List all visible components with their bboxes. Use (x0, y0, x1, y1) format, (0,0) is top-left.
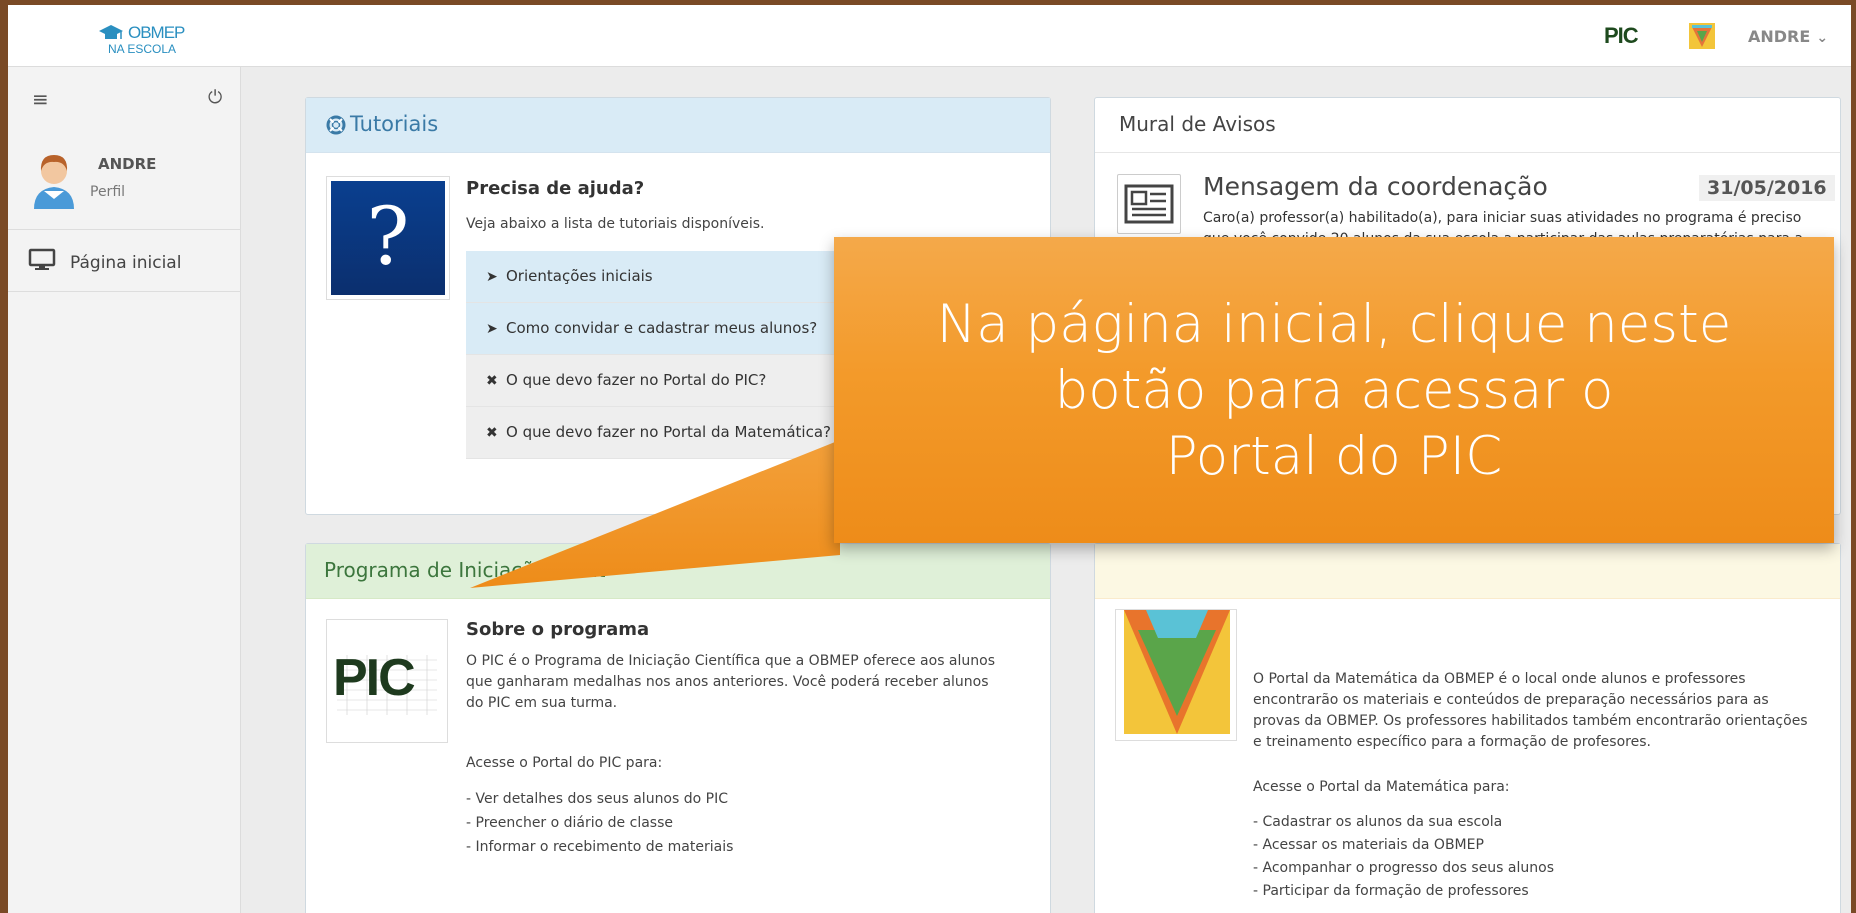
obmep-logo[interactable]: OBMEP NA ESCOLA (98, 23, 218, 59)
pic-bullet: - Preencher o diário de classe (466, 815, 673, 831)
pm-access-label: Acesse o Portal da Matemática para: (1253, 779, 1510, 795)
pic-portal-logo-button[interactable]: PIC (326, 619, 448, 743)
help-image: ? (326, 176, 450, 300)
sidebar-item-home[interactable]: Página inicial (8, 230, 241, 292)
help-title: Precisa de ajuda? (466, 178, 645, 199)
pic-bullet: - Ver detalhes dos seus alunos do PIC (466, 791, 728, 807)
pm-bullet: - Cadastrar os alunos da sua escola (1253, 814, 1503, 830)
mural-title: Mural de Avisos (1119, 112, 1276, 136)
life-ring-icon (326, 115, 346, 135)
sidebar: ≡ ⏻ ANDRE Perfil Página inicial (8, 67, 241, 913)
power-icon[interactable]: ⏻ (208, 87, 222, 108)
pm-bullet: - Participar da formação de professores (1253, 883, 1529, 899)
question-mark-icon: ? (331, 181, 445, 295)
pic-panel: Programa de Iniciação Cient PIC Sobre o … (305, 543, 1051, 913)
callout-line-2: botão para acessar o (1054, 360, 1614, 421)
pm-bullet: - Acompanhar o progresso dos seus alunos (1253, 860, 1554, 876)
tutoriais-title: Tutoriais (350, 112, 439, 136)
logo-text-na-escola: NA ESCOLA (108, 42, 177, 56)
portal-matematica-logo-button[interactable] (1115, 609, 1237, 741)
hamburger-menu-icon[interactable]: ≡ (32, 87, 49, 111)
pic-portal-button[interactable]: PIC (1604, 23, 1648, 51)
monitor-icon (28, 248, 56, 270)
tutorial-item-label: Orientações iniciais (506, 267, 653, 285)
pm-panel-header (1095, 544, 1840, 599)
sidebar-item-label: Página inicial (70, 253, 182, 273)
portal-matematica-icon (1689, 23, 1715, 49)
avatar (30, 149, 78, 211)
tutoriais-panel-header: Tutoriais (306, 98, 1050, 153)
user-menu-label: ANDRE (1748, 27, 1811, 46)
chevron-down-icon: ⌄ (1816, 30, 1829, 46)
callout-line-3: Portal do PIC (1165, 426, 1503, 487)
message-date: 31/05/2016 (1699, 175, 1835, 201)
pic-logo-text: PIC (1604, 23, 1639, 48)
pic-panel-title: Programa de Iniciação Cient (324, 558, 606, 582)
about-program-title: Sobre o programa (466, 619, 650, 640)
pic-panel-header: Programa de Iniciação Cient (306, 544, 1050, 599)
callout-line-1: Na página inicial, clique neste (936, 294, 1732, 355)
portal-matematica-logo-icon (1124, 610, 1230, 734)
portal-matematica-button[interactable] (1688, 22, 1716, 50)
logo-text-obmep: OBMEP (128, 23, 185, 42)
pm-bullet: - Acessar os materiais da OBMEP (1253, 837, 1484, 853)
tutorial-item-label: Como convidar e cadastrar meus alunos? (506, 319, 818, 337)
x-icon: ✖ (486, 373, 498, 389)
top-navbar: OBMEP NA ESCOLA PIC ANDRE ⌄ (8, 5, 1851, 67)
pm-description: O Portal da Matemática da OBMEP é o loca… (1253, 671, 1808, 750)
tutorial-item-label: O que devo fazer no Portal da Matemática… (506, 423, 831, 441)
pic-logo-text: PIC (333, 649, 416, 707)
newspaper-icon (1117, 174, 1181, 234)
about-program-body: O PIC é o Programa de Iniciação Científi… (466, 653, 996, 711)
callout-text: Na página inicial, clique neste botão pa… (834, 292, 1834, 490)
help-subtitle: Veja abaixo a lista de tutoriais disponí… (466, 216, 765, 232)
pic-bullet: - Informar o recebimento de materiais (466, 839, 734, 855)
circle-play-icon: ➤ (486, 321, 498, 337)
pic-access-label: Acesse o Portal do PIC para: (466, 755, 663, 771)
tutorial-callout: Na página inicial, clique neste botão pa… (834, 237, 1834, 543)
portal-matematica-panel: O Portal da Matemática da OBMEP é o loca… (1094, 543, 1841, 913)
tutorial-item-label: O que devo fazer no Portal do PIC? (506, 371, 767, 389)
message-title: Mensagem da coordenação (1203, 172, 1548, 201)
profile-link[interactable]: Perfil (90, 184, 125, 200)
x-icon: ✖ (486, 425, 498, 441)
mural-panel-header: Mural de Avisos (1095, 98, 1840, 153)
sidebar-user-name: ANDRE (98, 155, 157, 173)
user-menu[interactable]: ANDRE ⌄ (1748, 27, 1828, 46)
circle-play-icon: ➤ (486, 269, 498, 285)
